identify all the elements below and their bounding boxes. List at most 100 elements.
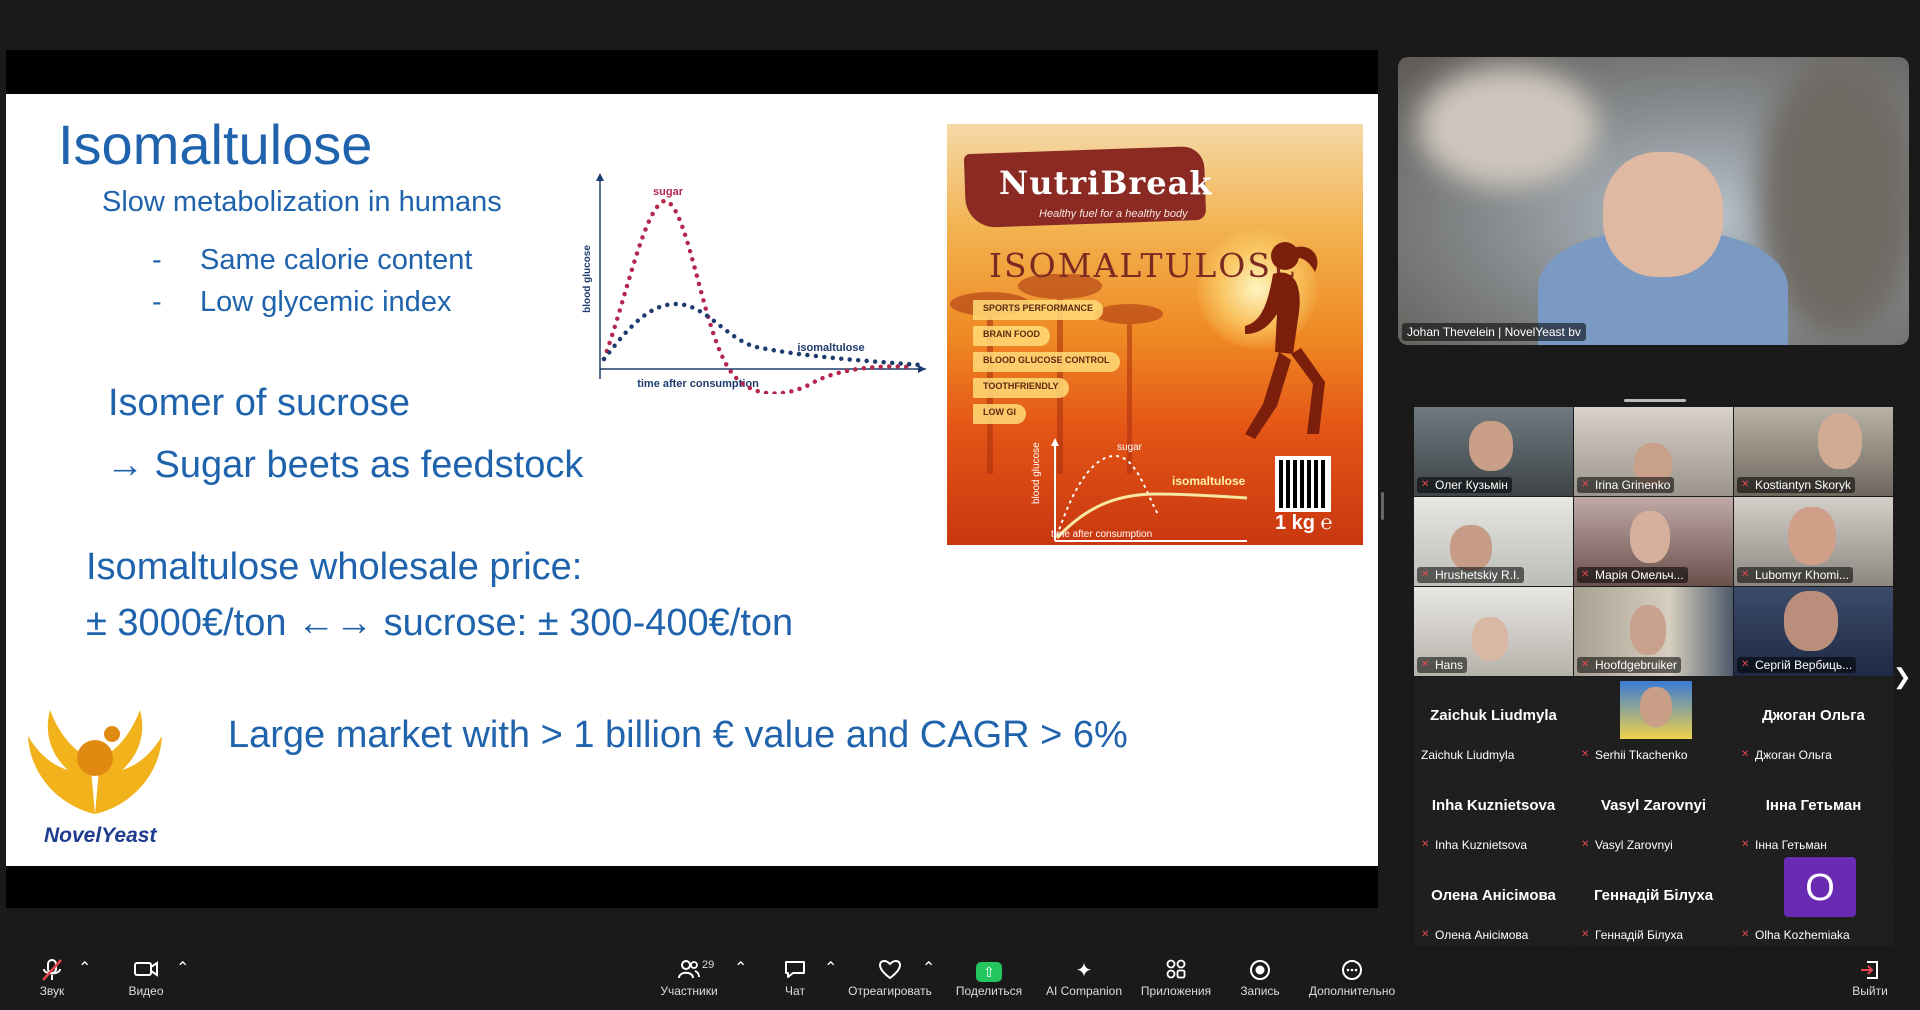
participant-display-name: Zaichuk Liudmyla <box>1430 707 1557 724</box>
participant-face <box>1788 507 1836 565</box>
split-view-handle[interactable] <box>1381 492 1384 520</box>
product-weight: 1 kg ℮ <box>1275 512 1333 534</box>
ai-companion-label: AI Companion <box>1045 984 1123 998</box>
panel-resize-handle[interactable] <box>1624 399 1686 402</box>
participant-name: Serhii Tkachenko <box>1595 748 1688 762</box>
participant-tile[interactable]: ✕ Serhii Tkachenko <box>1574 677 1733 766</box>
participant-tile[interactable]: ✕ Irina Grinenko <box>1574 407 1733 496</box>
product-package-image: NutriBreak Healthy fuel for a healthy bo… <box>947 124 1363 545</box>
participant-face <box>1818 413 1862 469</box>
participant-name: Zaichuk Liudmyla <box>1421 748 1515 762</box>
camera-icon <box>124 958 168 984</box>
audio-button[interactable]: Звук <box>30 958 74 1006</box>
participant-name-tag: ✕ Джоган Ольга <box>1737 747 1836 763</box>
product-tag: BRAIN FOOD <box>973 326 1050 346</box>
participants-options-chevron-icon[interactable]: ⌃ <box>734 958 747 1006</box>
participant-face <box>1640 687 1672 727</box>
more-label: Дополнительно <box>1308 984 1396 998</box>
participants-button[interactable]: 29 Участники <box>654 958 724 1006</box>
mic-muted-icon: ✕ <box>1421 479 1430 490</box>
participant-tile[interactable]: ✕ Hrushetskiy R.I. <box>1414 497 1573 586</box>
chat-label: Чат <box>785 984 805 998</box>
record-button[interactable]: Запись <box>1238 958 1282 1006</box>
mic-muted-icon: ✕ <box>1581 839 1590 850</box>
participant-tile[interactable]: Джоган Ольга ✕ Джоган Ольга <box>1734 677 1893 766</box>
participant-tile[interactable]: ✕ Олег Кузьмін <box>1414 407 1573 496</box>
mic-muted-icon <box>30 958 74 984</box>
leave-button[interactable]: Выйти <box>1850 958 1890 1006</box>
audio-options-chevron-icon[interactable]: ⌃ <box>78 958 91 1006</box>
participant-tile[interactable]: Інна Гетьман ✕ Інна Гетьман <box>1734 767 1893 856</box>
participant-tile[interactable]: ✕ Lubomyr Khomi... <box>1734 497 1893 586</box>
mini-ylabel: blood glucose <box>1031 442 1042 504</box>
mic-muted-icon: ✕ <box>1741 749 1750 760</box>
participant-tile[interactable]: Zaichuk Liudmyla Zaichuk Liudmyla <box>1414 677 1573 766</box>
mic-muted-icon: ✕ <box>1581 659 1590 670</box>
mini-xlabel: time after consumption <box>1051 529 1153 540</box>
participant-name-tag: ✕ Olha Kozhemiaka <box>1737 927 1854 943</box>
more-button[interactable]: Дополнительно <box>1306 958 1398 1006</box>
active-speaker-video[interactable]: Johan Thevelein | NovelYeast bv <box>1398 57 1909 345</box>
feedstock-line: → Sugar beets as feedstock <box>106 444 584 486</box>
participant-avatar: O <box>1784 857 1856 917</box>
react-options-chevron-icon[interactable]: ⌃ <box>922 958 935 1006</box>
market-line: Large market with > 1 billion € value an… <box>228 714 1128 756</box>
participant-name-tag: ✕ Irina Grinenko <box>1577 477 1675 493</box>
participant-name: Hoofdgebruiker <box>1595 658 1678 672</box>
mic-muted-icon: ✕ <box>1421 659 1430 670</box>
participant-name-tag: ✕ Hoofdgebruiker <box>1577 657 1682 673</box>
apps-label: Приложения <box>1140 984 1212 998</box>
participant-name: Олена Анісімова <box>1435 928 1529 942</box>
share-screen-button[interactable]: ⇧ Поделиться <box>954 958 1024 1006</box>
react-button[interactable]: Отреагировать <box>848 958 932 1006</box>
video-options-chevron-icon[interactable]: ⌃ <box>176 958 189 1006</box>
chat-icon <box>780 958 810 984</box>
participant-name: Джоган Ольга <box>1755 748 1832 762</box>
mic-muted-icon: ✕ <box>1581 749 1590 760</box>
participant-name-tag: ✕ Inha Kuznietsova <box>1417 837 1531 853</box>
ai-companion-button[interactable]: ✦ AI Companion <box>1044 958 1124 1006</box>
participant-name-tag: ✕ Lubomyr Khomi... <box>1737 567 1854 583</box>
price-line: ± 3000€/ton ←→ sucrose: ± 300-400€/ton <box>86 602 794 644</box>
participant-count: 29 <box>702 959 715 971</box>
participant-name: Марія Омельч... <box>1595 568 1684 582</box>
participant-display-name: Інна Гетьман <box>1765 797 1862 814</box>
novelyeast-logo: NovelYeast <box>20 696 170 847</box>
product-tag: TOOTHFRIENDLY <box>973 378 1069 398</box>
participant-tile[interactable]: Геннадій Білуха ✕ Геннадій Білуха <box>1574 857 1733 946</box>
chat-button[interactable]: Чат <box>780 958 810 1006</box>
chat-options-chevron-icon[interactable]: ⌃ <box>824 958 837 1006</box>
participant-tile[interactable]: ✕ Сергій Вербиць... <box>1734 587 1893 676</box>
participant-tile[interactable]: ✕ Марія Омельч... <box>1574 497 1733 586</box>
meeting-toolbar: Звук ⌃ Видео ⌃ 29 Участники ⌃ Чат ⌃ Отре… <box>0 950 1920 1010</box>
participant-name-tag: ✕ Геннадій Білуха <box>1577 927 1687 943</box>
participant-name: Lubomyr Khomi... <box>1755 568 1850 582</box>
next-page-arrow-icon[interactable]: ❯ <box>1893 664 1911 690</box>
participant-face <box>1784 591 1838 651</box>
participant-display-name: Олена Анісімова <box>1431 887 1556 904</box>
presentation-slide: Isomaltulose Slow metabolization in huma… <box>6 94 1378 866</box>
participant-tile[interactable]: Vasyl Zarovnyi ✕ Vasyl Zarovnyi <box>1574 767 1733 856</box>
logo-text: NovelYeast <box>44 824 157 847</box>
participant-tile[interactable]: O ✕ Olha Kozhemiaka <box>1734 857 1893 946</box>
participant-tile[interactable]: ✕ Kostiantyn Skoryk <box>1734 407 1893 496</box>
isomaltulose-label: isomaltulose <box>797 342 864 354</box>
participant-name: Інна Гетьман <box>1755 838 1827 852</box>
more-icon <box>1306 958 1398 984</box>
audio-label: Звук <box>39 984 65 998</box>
participant-tile[interactable]: ✕ Hoofdgebruiker <box>1574 587 1733 676</box>
apps-icon <box>1138 958 1214 984</box>
participant-face <box>1472 617 1508 661</box>
video-button[interactable]: Видео <box>124 958 168 1006</box>
participants-label: Участники <box>660 984 718 998</box>
mic-muted-icon: ✕ <box>1421 929 1430 940</box>
participant-grid: ✕ Олег Кузьмін ✕ Irina Grinenko ✕ Kostianty… <box>1414 407 1894 947</box>
participant-tile[interactable]: ✕ Hans <box>1414 587 1573 676</box>
product-tag: SPORTS PERFORMANCE <box>973 300 1104 320</box>
apps-button[interactable]: Приложения <box>1138 958 1214 1006</box>
participant-tile[interactable]: Inha Kuznietsova ✕ Inha Kuznietsova <box>1414 767 1573 856</box>
participant-tile[interactable]: Олена Анісімова ✕ Олена Анісімова <box>1414 857 1573 946</box>
participant-name-tag: ✕ Сергій Вербиць... <box>1737 657 1857 673</box>
participant-name-tag: ✕ Vasyl Zarovnyi <box>1577 837 1677 853</box>
mic-muted-icon: ✕ <box>1741 659 1750 670</box>
